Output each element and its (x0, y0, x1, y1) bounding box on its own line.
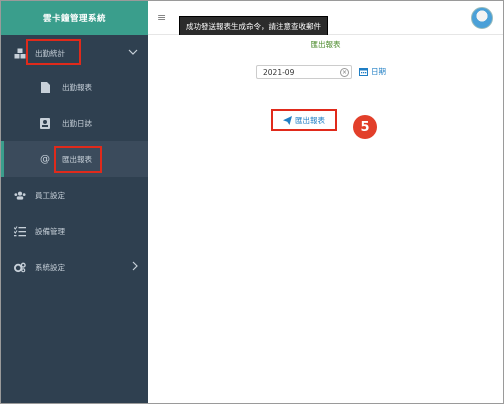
sidebar-item-label: 系統設定 (35, 262, 65, 272)
sidebar-item-employee-settings[interactable]: 員工設定 (1, 177, 148, 213)
avatar[interactable] (471, 7, 493, 29)
sidebar-item-label: 出勤報表 (62, 82, 92, 92)
id-card-icon (40, 117, 50, 129)
chevron-down-icon (128, 48, 138, 58)
hamburger-menu-icon[interactable]: ≡ (157, 11, 166, 24)
sidebar-item-label: 出勤日誌 (62, 118, 92, 128)
success-toast: 成功發送報表生成命令，請注意查收郵件 (179, 16, 328, 36)
calendar-link[interactable]: 日期 (359, 66, 386, 77)
chevron-right-icon (132, 261, 138, 274)
month-value: 2021-09 (263, 67, 295, 77)
calendar-label: 日期 (371, 67, 386, 76)
app-title: 雲卡鐘管理系統 (1, 1, 148, 35)
cogs-icon (14, 261, 26, 273)
page-title: 匯出報表 (310, 40, 341, 49)
highlight-attendance-stats (26, 39, 81, 65)
at-icon: @ (40, 153, 50, 165)
highlight-export-report (54, 146, 102, 173)
sidebar-item-attendance-log[interactable]: 出勤日誌 (1, 105, 148, 141)
clear-icon[interactable]: × (340, 68, 349, 77)
sidebar-item-system-settings[interactable]: 系統設定 (1, 249, 148, 285)
month-picker-input[interactable]: 2021-09 × (256, 65, 352, 79)
cubes-icon (14, 47, 26, 59)
users-icon (14, 189, 26, 201)
file-icon (40, 81, 50, 93)
sidebar-item-device-management[interactable]: 設備管理 (1, 213, 148, 249)
tasks-icon (14, 225, 26, 237)
sidebar-item-label: 設備管理 (35, 226, 65, 236)
top-bar: ≡ 成功發送報表生成命令，請注意查收郵件 (148, 1, 503, 36)
highlight-export-button (271, 109, 337, 131)
calendar-icon (359, 68, 368, 76)
main-content: 匯出報表 2021-09 × 日期 匯出報表 5 (148, 35, 503, 403)
sidebar-item-attendance-report[interactable]: 出勤報表 (1, 69, 148, 105)
sidebar-item-label: 員工設定 (35, 190, 65, 200)
step-number-badge: 5 (353, 115, 377, 139)
